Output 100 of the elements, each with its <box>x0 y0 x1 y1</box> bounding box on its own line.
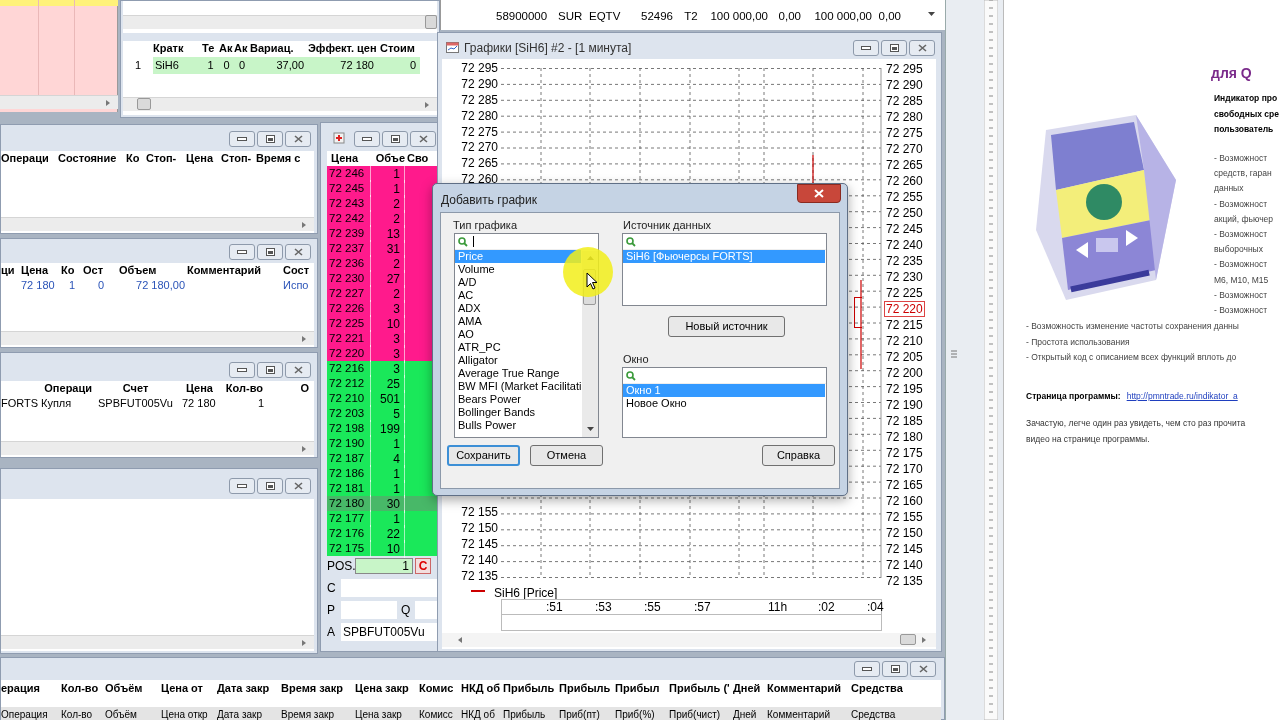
maximize-button[interactable] <box>257 478 283 494</box>
list-box[interactable]: Price Volume A/D AC ADX AMA AO ATR_PC Alligator Average True Range BW MFI (Market Facilitati Bears Power Bollinger Bands Bulls Power <box>454 233 599 438</box>
scroll-right-icon <box>302 222 306 228</box>
axis-label: 72 220 <box>884 301 925 317</box>
order-book-row[interactable]: 72 246 1 <box>327 166 437 181</box>
column-header: Дней <box>733 707 758 720</box>
cancel-button[interactable]: C <box>415 558 431 574</box>
horizontal-scrollbar[interactable] <box>1 441 314 455</box>
minimize-icon <box>861 46 871 50</box>
horizontal-scrollbar[interactable] <box>1 217 314 231</box>
close-button[interactable] <box>797 184 841 203</box>
minimize-button[interactable] <box>854 661 880 677</box>
dialog-button[interactable]: Сохранить <box>447 445 520 466</box>
close-button[interactable] <box>410 131 436 147</box>
scroll-thumb[interactable] <box>900 634 916 645</box>
list-item[interactable]: AO <box>455 328 476 341</box>
close-button[interactable] <box>285 244 311 260</box>
account-field[interactable]: SPBFUT005Vu <box>341 623 437 641</box>
order-book-row[interactable]: 72 176 22 <box>327 526 437 541</box>
order-book-row[interactable]: 72 180 30 <box>327 496 437 511</box>
order-book-row[interactable]: 72 181 1 <box>327 481 437 496</box>
horizontal-scrollbar[interactable] <box>442 633 936 647</box>
list-item[interactable]: ADX <box>455 302 483 315</box>
list-item[interactable]: ATR_PC <box>455 341 503 354</box>
splitter-grip-icon <box>951 350 957 358</box>
list-item[interactable]: Volume <box>455 263 497 276</box>
close-icon <box>293 248 303 256</box>
column-header: Ак <box>234 40 249 56</box>
column-header: Ко <box>126 151 141 167</box>
close-button[interactable] <box>285 362 311 378</box>
list-item[interactable]: Alligator <box>455 354 500 367</box>
order-book-row[interactable]: 72 177 1 <box>327 511 437 526</box>
horizontal-scrollbar[interactable] <box>1 331 314 345</box>
column-header: Средства <box>851 681 904 697</box>
maximize-button[interactable] <box>881 40 907 56</box>
table-cell-text: 1 <box>133 58 143 74</box>
list-item[interactable]: Bollinger Bands <box>455 406 538 419</box>
column-header: Объём <box>105 681 144 697</box>
scroll-right-icon <box>425 102 429 108</box>
minimize-button[interactable] <box>354 131 380 147</box>
axis-label: 72 170 <box>885 461 924 477</box>
price-field[interactable] <box>341 601 397 619</box>
scroll-thumb[interactable] <box>425 15 437 29</box>
close-button[interactable] <box>910 661 936 677</box>
maximize-button[interactable] <box>257 131 283 147</box>
column-header: НКД об <box>461 681 502 697</box>
cursor-highlight <box>563 247 613 297</box>
maximize-button[interactable] <box>257 362 283 378</box>
horizontal-scrollbar[interactable] <box>123 97 437 111</box>
position-field[interactable]: 1 <box>355 558 413 574</box>
maximize-button[interactable] <box>382 131 408 147</box>
field-label: C <box>327 580 337 597</box>
minimize-button[interactable] <box>229 362 255 378</box>
close-icon <box>418 135 428 143</box>
close-button[interactable] <box>285 131 311 147</box>
chart-icon <box>446 42 459 53</box>
axis-label: 72 225 <box>885 285 924 301</box>
list-item[interactable]: Bears Power <box>455 393 523 406</box>
column-header: Цена откр <box>161 707 209 720</box>
list-item[interactable]: AMA <box>455 315 484 328</box>
new-source-button[interactable]: Новый источник <box>668 316 785 337</box>
horizontal-scrollbar[interactable] <box>0 95 118 109</box>
axis-label: 72 210 <box>885 333 924 349</box>
table-cell: 0 <box>380 57 420 74</box>
maximize-button[interactable] <box>882 661 908 677</box>
list-item[interactable]: Bulls Power <box>455 419 519 432</box>
dialog-button[interactable]: Отмена <box>530 445 603 466</box>
horizontal-scrollbar[interactable] <box>1 635 314 649</box>
table-cell-text: 1 <box>256 396 264 412</box>
list-item[interactable]: A/D <box>455 276 479 289</box>
list-item[interactable]: BW MFI (Market Facilitati <box>455 380 584 393</box>
minimize-button[interactable] <box>853 40 879 56</box>
list-item[interactable]: Новое Окно <box>623 397 689 410</box>
maximize-button[interactable] <box>257 244 283 260</box>
order-book-row[interactable]: 72 245 1 <box>327 181 437 196</box>
column-header: Комментарий <box>767 707 831 720</box>
link[interactable]: http://pmntrade.ru/indikator_a <box>1126 390 1238 403</box>
list-item[interactable]: AC <box>455 289 476 302</box>
document-title: для Q <box>1211 64 1252 83</box>
scroll-right-icon <box>302 336 306 342</box>
cursor-icon <box>586 272 598 290</box>
column-header: Кол-во <box>224 381 263 397</box>
quantity-field[interactable] <box>415 601 437 619</box>
column-header: Сво <box>406 151 430 167</box>
dialog-button[interactable]: Справка <box>762 445 835 466</box>
search-icon <box>458 236 468 247</box>
list-item[interactable]: Average True Range <box>455 367 562 380</box>
column-header: Прибыл <box>615 681 661 697</box>
list-box[interactable]: Окно 1 Новое Окно <box>622 367 827 438</box>
scroll-thumb[interactable] <box>137 98 151 110</box>
column-header: Приб(чист) <box>669 707 722 720</box>
column-header: Стоим <box>380 40 416 56</box>
close-button[interactable] <box>909 40 935 56</box>
minimize-button[interactable] <box>229 478 255 494</box>
comment-field[interactable] <box>341 579 437 597</box>
order-book-row[interactable]: 72 175 10 <box>327 541 437 556</box>
close-button[interactable] <box>285 478 311 494</box>
text-line: свободных сре <box>1214 107 1279 121</box>
minimize-button[interactable] <box>229 131 255 147</box>
minimize-button[interactable] <box>229 244 255 260</box>
